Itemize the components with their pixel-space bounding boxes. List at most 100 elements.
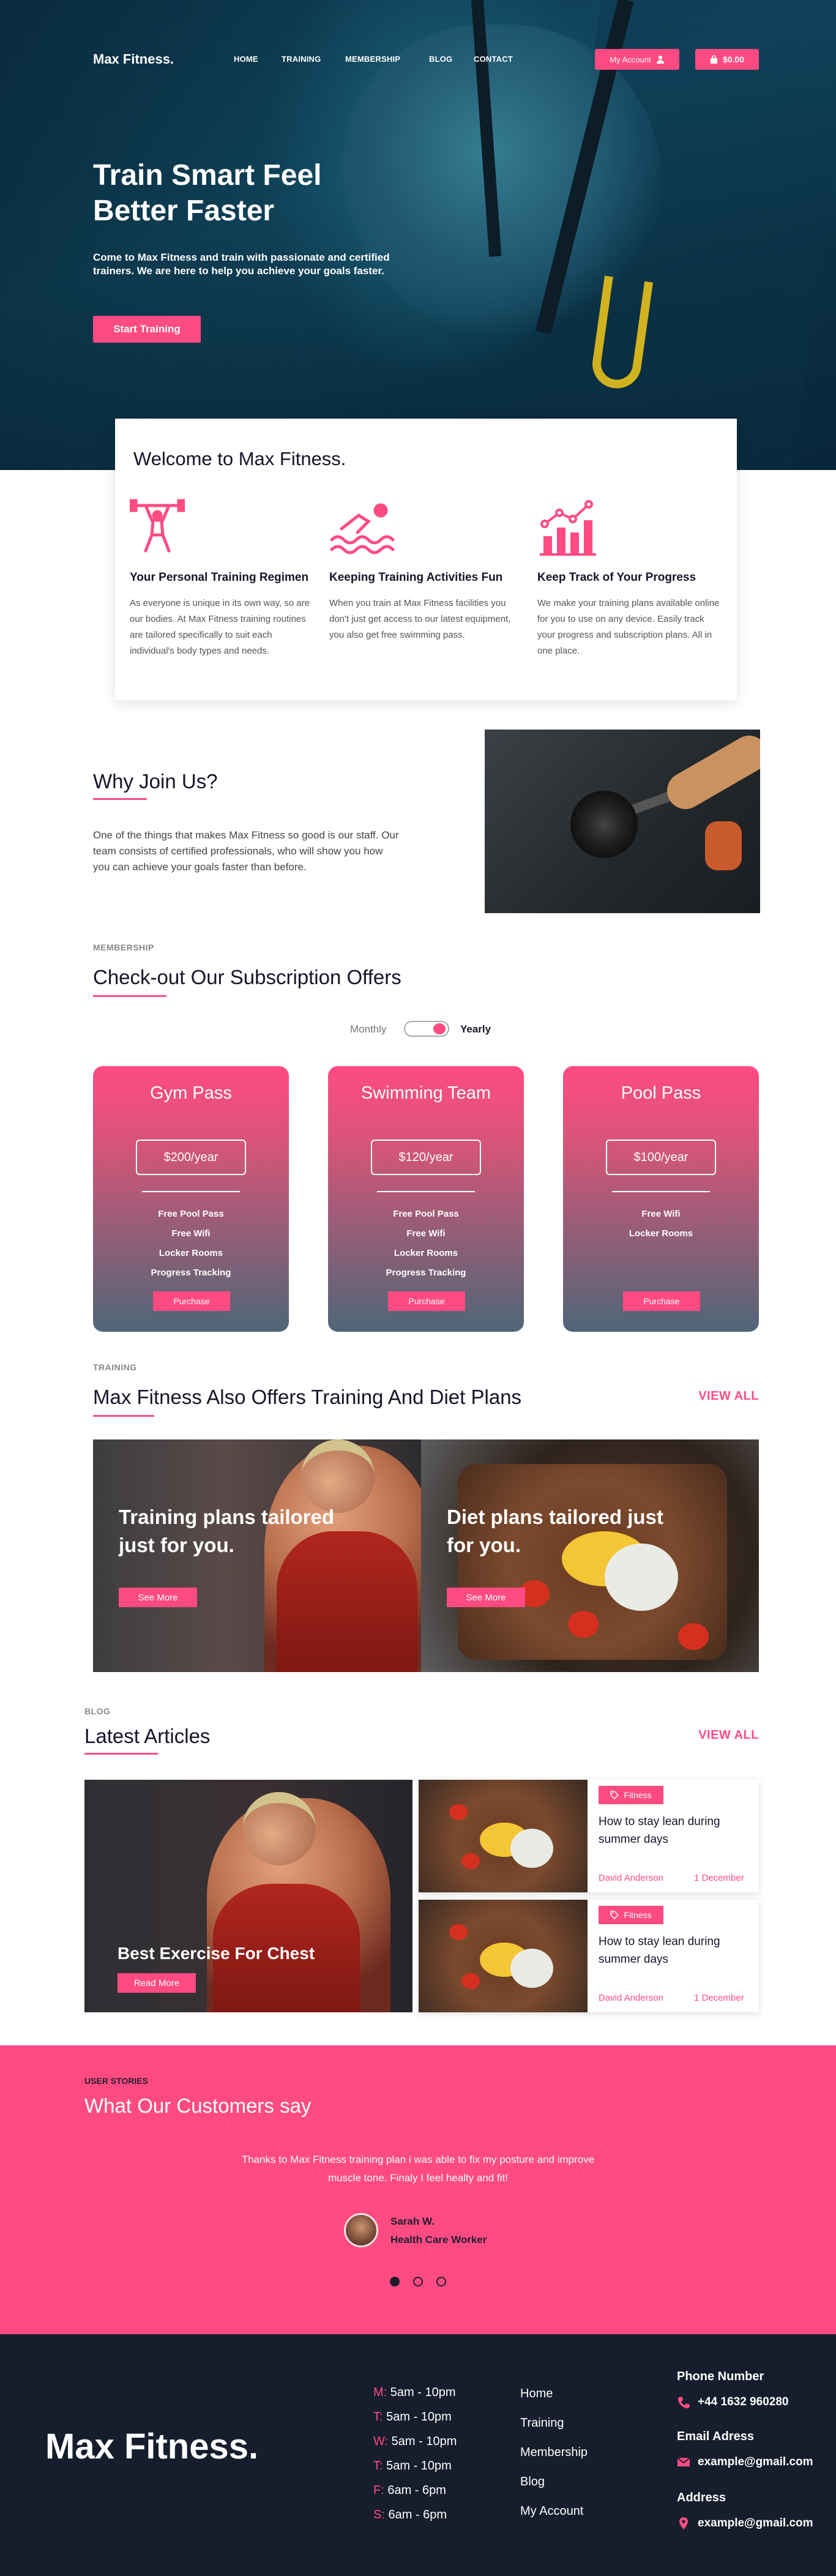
feature-text: As everyone is unique in its own way, so… <box>130 598 310 656</box>
category-label: Fitness <box>624 1790 652 1800</box>
toggle-monthly-label[interactable]: Monthly <box>350 1023 387 1036</box>
carousel-dot[interactable] <box>436 2277 446 2287</box>
my-account-button[interactable]: My Account <box>595 49 679 70</box>
hours-time: 5am - 10pm <box>386 2410 452 2424</box>
nav-link-home[interactable]: HOME <box>234 54 258 64</box>
main-nav: Max Fitness. HOME TRAINING MEMBERSHIP BL… <box>93 49 759 70</box>
plan-divider <box>612 1191 710 1192</box>
welcome-card: Welcome to Max Fitness. Your Personal Tr… <box>115 419 737 700</box>
footer-link-training[interactable]: Training <box>520 2416 564 2430</box>
plan-name: Pool Pass <box>621 1083 701 1103</box>
customer-role: Health Care Worker <box>390 2234 487 2246</box>
purchase-button[interactable]: Purchase <box>153 1291 230 1311</box>
plan-feature: Locker Rooms <box>394 1248 458 1258</box>
article-card[interactable]: Fitness How to stay lean during summer d… <box>419 1900 759 2012</box>
tomato <box>449 1804 468 1820</box>
blog-title: Latest Articles <box>84 1725 211 1747</box>
tomato <box>678 1623 709 1650</box>
featured-article[interactable]: Best Exercise For Chest Read More <box>84 1780 412 2012</box>
plan-features: Free Wifi Locker Rooms <box>563 1204 759 1244</box>
hours-day: T: <box>373 2459 383 2473</box>
toggle-yearly-label[interactable]: Yearly <box>460 1023 491 1036</box>
phone-icon <box>678 2397 690 2408</box>
phone-number-link[interactable]: +44 1632 960280 <box>698 2395 788 2409</box>
carousel-dot[interactable] <box>413 2277 423 2287</box>
plan-feature: Free Wifi <box>641 1209 681 1219</box>
training-section: TRAINING Max Fitness Also Offers Trainin… <box>93 1362 759 1681</box>
my-account-label: My Account <box>610 54 651 64</box>
article-title[interactable]: How to stay lean during summer days <box>599 1813 745 1848</box>
plan-features: Free Pool Pass Free Wifi Locker Rooms Pr… <box>328 1204 524 1283</box>
section-eyebrow: TRAINING <box>93 1362 137 1372</box>
training-plan-card[interactable]: Training plans tailored just for you. Se… <box>93 1439 421 1672</box>
purchase-button[interactable]: Purchase <box>388 1291 465 1311</box>
start-training-button[interactable]: Start Training <box>93 316 201 343</box>
tomato <box>461 1853 480 1869</box>
section-eyebrow: MEMBERSHIP <box>93 943 154 952</box>
billing-switch[interactable] <box>404 1021 449 1037</box>
section-eyebrow: BLOG <box>84 1706 111 1716</box>
footer-link-my-account[interactable]: My Account <box>520 2504 583 2518</box>
email-link[interactable]: example@gmail.com <box>698 2455 813 2469</box>
opening-hours-row: S: 6am - 6pm <box>373 2508 447 2522</box>
nav-link-membership[interactable]: MEMBERSHIP <box>345 54 400 64</box>
article-author: David Anderson <box>599 1873 663 1883</box>
training-view-all-link[interactable]: VIEW ALL <box>698 1389 759 1403</box>
section-eyebrow: USER STORIES <box>84 2076 148 2086</box>
user-icon <box>656 55 664 64</box>
opening-hours-row: T: 5am - 10pm <box>373 2410 452 2424</box>
hours-day: F: <box>373 2484 384 2497</box>
training-title: Max Fitness Also Offers Training And Die… <box>93 1386 522 1408</box>
nav-link-training[interactable]: TRAINING <box>282 54 321 64</box>
footer-link-home[interactable]: Home <box>520 2387 553 2401</box>
footer-link-blog[interactable]: Blog <box>520 2475 545 2489</box>
cart-total: $0.00 <box>722 54 745 64</box>
carousel-dot-active[interactable] <box>390 2277 400 2287</box>
opening-hours-row: T: 5am - 10pm <box>373 2459 452 2473</box>
diet-plan-card[interactable]: Diet plans tailored just for you. See Mo… <box>421 1439 759 1672</box>
category-tag[interactable]: Fitness <box>599 1786 663 1804</box>
tag-icon <box>610 1911 619 1919</box>
hours-time: 5am - 10pm <box>391 2435 457 2448</box>
feature-title: Keep Track of Your Progress <box>537 571 696 584</box>
location-pin-icon <box>679 2517 688 2529</box>
hours-time: 6am - 6pm <box>388 2508 447 2522</box>
article-card[interactable]: Fitness How to stay lean during summer d… <box>419 1780 759 1892</box>
nav-link-blog[interactable]: BLOG <box>429 54 452 64</box>
read-more-button[interactable]: Read More <box>118 1973 196 1993</box>
article-thumbnail <box>419 1780 588 1892</box>
customer-name: Sarah W. <box>390 2216 435 2227</box>
category-tag[interactable]: Fitness <box>599 1906 663 1924</box>
see-more-button[interactable]: See More <box>447 1588 525 1607</box>
nav-link-contact[interactable]: CONTACT <box>474 54 513 64</box>
cart-button[interactable]: $0.00 <box>695 49 759 70</box>
footer-logo[interactable]: Max Fitness. <box>45 2426 258 2467</box>
phone-heading: Phone Number <box>677 2370 764 2383</box>
purchase-button[interactable]: Purchase <box>623 1291 700 1311</box>
article-author: David Anderson <box>599 1993 663 2003</box>
card-title: Diet plans tailored just for you. <box>447 1506 663 1556</box>
blog-view-all-link[interactable]: VIEW ALL <box>698 1728 759 1742</box>
address-link[interactable]: example@gmail.com <box>698 2517 813 2530</box>
hours-day: S: <box>373 2508 385 2522</box>
article-title[interactable]: How to stay lean during summer days <box>599 1933 745 1968</box>
plan-card-gym-pass: Gym Pass $200/year Free Pool Pass Free W… <box>93 1066 289 1332</box>
feature-text: When you train at Max Fitness facilities… <box>329 598 511 640</box>
see-more-button[interactable]: See More <box>119 1588 197 1607</box>
plan-divider <box>142 1191 240 1192</box>
email-heading: Email Adress <box>677 2430 754 2443</box>
blog-section: BLOG Latest Articles VIEW ALL Best Exerc… <box>84 1706 759 2025</box>
site-logo[interactable]: Max Fitness. <box>93 51 174 67</box>
membership-title: Check-out Our Subscription Offers <box>93 966 401 988</box>
article-date: 1 December <box>694 1993 744 2003</box>
plan-card-pool-pass: Pool Pass $100/year Free Wifi Locker Roo… <box>563 1066 759 1332</box>
plan-name: Swimming Team <box>360 1083 491 1103</box>
testimonial-quote: Thanks to Max Fitness training plan i wa… <box>241 2154 595 2184</box>
why-text: One of the things that makes Max Fitness… <box>93 829 399 873</box>
plan-name: Gym Pass <box>150 1083 232 1103</box>
card-title: Training plans tailored just for you. <box>119 1506 335 1556</box>
opening-hours-row: W: 5am - 10pm <box>373 2435 457 2449</box>
footer-link-membership[interactable]: Membership <box>520 2446 588 2460</box>
plan-feature: Locker Rooms <box>159 1248 223 1258</box>
progress-chart-icon <box>540 500 596 556</box>
